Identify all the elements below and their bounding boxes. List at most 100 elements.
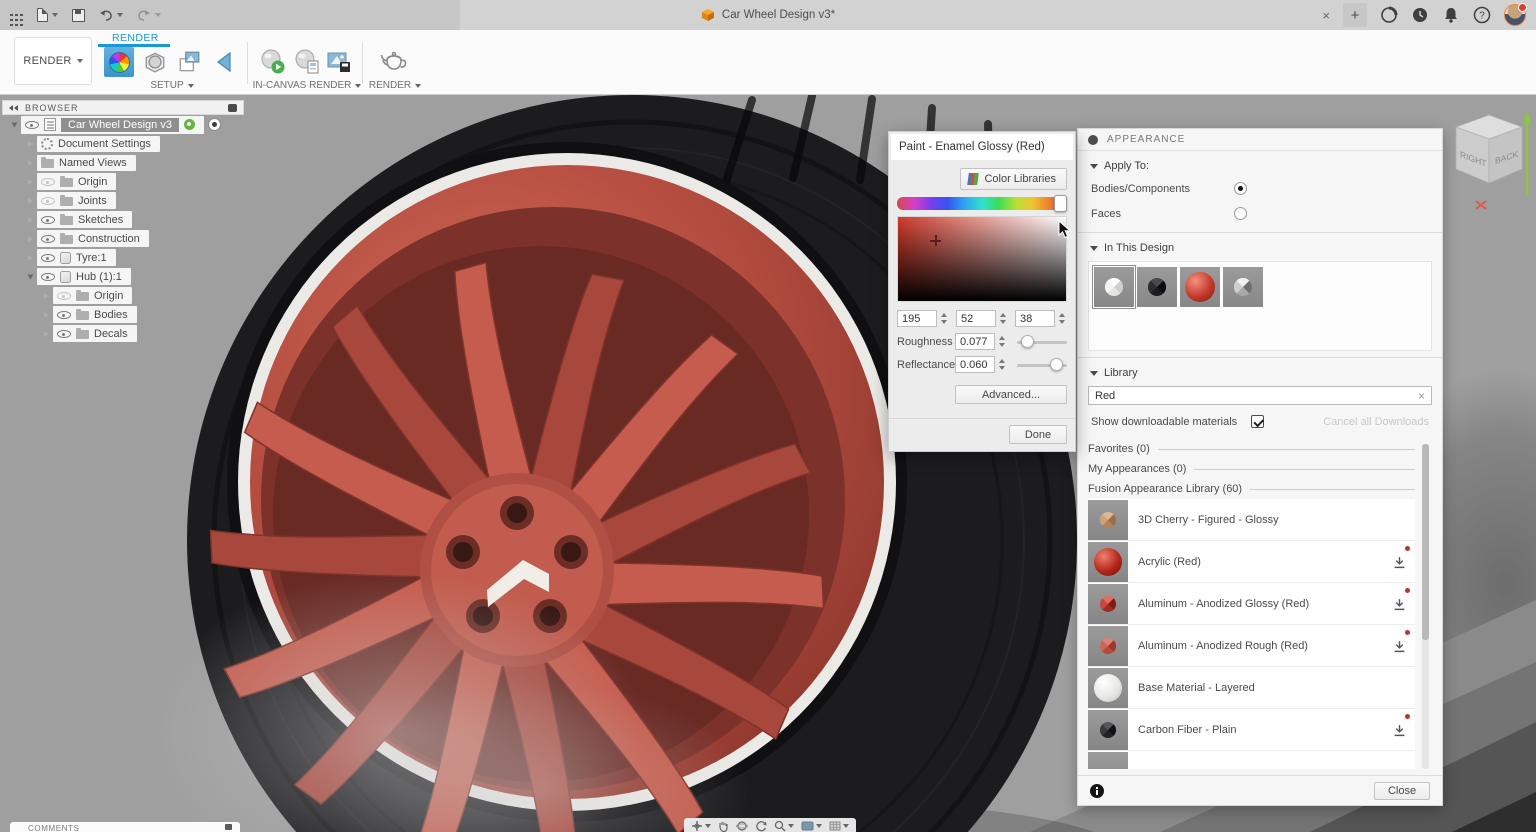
- visibility-eye-icon[interactable]: [41, 194, 55, 207]
- library-section-favorites[interactable]: Favorites (0): [1088, 439, 1415, 459]
- view-cube[interactable]: RIGHT BACK: [1446, 103, 1536, 215]
- material-row[interactable]: Aluminum - Anodized Rough (Red): [1088, 625, 1415, 667]
- close-button[interactable]: Close: [1374, 782, 1430, 800]
- apply-to-section[interactable]: Apply To:: [1078, 151, 1442, 176]
- material-row[interactable]: Base Material - Layered: [1088, 667, 1415, 709]
- expand-arrow-icon[interactable]: [44, 312, 49, 318]
- orbit-tool-button[interactable]: [691, 820, 711, 832]
- clear-search-icon[interactable]: ×: [1418, 389, 1425, 403]
- visibility-eye-icon[interactable]: [57, 327, 71, 340]
- scrollbar[interactable]: [1422, 444, 1429, 769]
- expand-arrow-icon[interactable]: [44, 293, 49, 299]
- section-collapse-icon[interactable]: [1090, 164, 1098, 169]
- stepper-control[interactable]: [997, 334, 1007, 350]
- stepper-control[interactable]: [997, 357, 1007, 373]
- material-row[interactable]: Carbon Fiber - Plain: [1088, 709, 1415, 751]
- download-icon[interactable]: [1393, 640, 1406, 653]
- expand-arrow-icon[interactable]: [28, 160, 33, 166]
- download-icon[interactable]: [1393, 556, 1406, 569]
- visibility-eye-icon[interactable]: [41, 270, 55, 283]
- render-button[interactable]: [376, 47, 412, 77]
- grid-settings-button[interactable]: [829, 820, 849, 832]
- roughness-input[interactable]: [955, 333, 995, 350]
- undo-button[interactable]: [99, 9, 123, 21]
- decal-button[interactable]: [174, 47, 204, 77]
- swatch-black-rubber[interactable]: [1137, 267, 1177, 307]
- group-label-render[interactable]: RENDER: [356, 79, 434, 92]
- document-tab[interactable]: Car Wheel Design v3*: [701, 0, 835, 30]
- expand-arrow-icon[interactable]: [28, 255, 33, 261]
- stepper-control[interactable]: [939, 311, 949, 327]
- color-libraries-button[interactable]: Color Libraries: [960, 168, 1067, 190]
- activate-component-radio[interactable]: [208, 118, 221, 131]
- slider-knob[interactable]: [1021, 335, 1034, 348]
- green-value-input[interactable]: [956, 310, 996, 327]
- radio-bodies-components[interactable]: [1234, 182, 1247, 195]
- tree-item[interactable]: Sketches: [2, 210, 244, 229]
- stepper-control[interactable]: [1057, 311, 1067, 327]
- new-tab-button[interactable]: +: [1343, 3, 1367, 27]
- save-button[interactable]: [72, 9, 85, 22]
- material-row-partial[interactable]: [1088, 751, 1415, 769]
- library-section-fusion-library[interactable]: Fusion Appearance Library (60): [1088, 479, 1415, 499]
- download-icon[interactable]: [1393, 724, 1406, 737]
- wheel-rim[interactable]: [145, 142, 907, 832]
- visibility-eye-icon[interactable]: [25, 118, 39, 131]
- browser-options-icon[interactable]: [228, 104, 237, 112]
- free-orbit-button[interactable]: [736, 820, 748, 832]
- section-collapse-icon[interactable]: [1090, 371, 1098, 376]
- capture-image-button[interactable]: [324, 47, 354, 77]
- swatch-white-paint[interactable]: [1094, 267, 1134, 307]
- tree-item[interactable]: Bodies: [2, 305, 244, 324]
- expand-arrow-icon[interactable]: [12, 122, 18, 127]
- close-tab-button[interactable]: ×: [1322, 8, 1330, 23]
- material-row[interactable]: 3D Cherry - Figured - Glossy: [1088, 499, 1415, 541]
- group-label-in-canvas-render[interactable]: IN-CANVAS RENDER: [242, 79, 372, 92]
- show-downloadable-checkbox[interactable]: [1251, 415, 1264, 428]
- download-icon[interactable]: [1393, 598, 1406, 611]
- collapse-panel-icon[interactable]: [9, 105, 19, 111]
- saturation-value-area[interactable]: [897, 216, 1067, 302]
- reflectance-input[interactable]: [955, 356, 995, 373]
- section-collapse-icon[interactable]: [1090, 246, 1098, 251]
- red-value-input[interactable]: [897, 310, 937, 327]
- texture-map-controls-button[interactable]: [210, 47, 240, 77]
- extensions-icon[interactable]: [1380, 6, 1398, 24]
- reflectance-slider[interactable]: [1017, 357, 1067, 373]
- comments-expand-icon[interactable]: [225, 824, 232, 830]
- hue-slider[interactable]: [897, 197, 1067, 210]
- visibility-eye-icon[interactable]: [41, 251, 55, 264]
- radio-faces[interactable]: [1234, 207, 1247, 220]
- done-button[interactable]: Done: [1009, 425, 1067, 444]
- tree-item[interactable]: Origin: [2, 172, 244, 191]
- zoom-tool-button[interactable]: [774, 820, 794, 832]
- visibility-eye-icon[interactable]: [41, 232, 55, 245]
- app-grid-icon[interactable]: [10, 14, 13, 17]
- panel-grip-icon[interactable]: [1088, 135, 1098, 145]
- browser-header[interactable]: BROWSER: [2, 100, 244, 115]
- library-section[interactable]: Library: [1078, 358, 1442, 383]
- expand-arrow-icon[interactable]: [28, 198, 33, 204]
- expand-arrow-icon[interactable]: [28, 236, 33, 242]
- tab-render[interactable]: RENDER: [112, 32, 159, 44]
- tree-item-root[interactable]: Car Wheel Design v3: [2, 115, 244, 134]
- in-canvas-render-settings-button[interactable]: [292, 47, 322, 77]
- tree-item[interactable]: Hub (1):1: [2, 267, 244, 286]
- look-at-button[interactable]: [755, 820, 767, 832]
- notifications-bell-icon[interactable]: [1442, 6, 1460, 24]
- tree-item[interactable]: Decals: [2, 324, 244, 343]
- pan-tool-button[interactable]: [718, 820, 729, 832]
- help-icon[interactable]: ?: [1473, 6, 1491, 24]
- apply-option-faces[interactable]: Faces: [1078, 201, 1442, 226]
- tree-item[interactable]: Construction: [2, 229, 244, 248]
- library-search-box[interactable]: ×: [1088, 386, 1432, 405]
- search-input[interactable]: [1095, 390, 1418, 402]
- visibility-eye-icon[interactable]: [41, 213, 55, 226]
- info-icon[interactable]: [1090, 784, 1104, 798]
- user-avatar[interactable]: [1504, 4, 1526, 26]
- visibility-eye-icon[interactable]: [57, 308, 71, 321]
- comments-bar[interactable]: COMMENTS: [10, 822, 240, 832]
- appearance-panel-header[interactable]: APPEARANCE: [1078, 129, 1442, 151]
- apply-option-bodies[interactable]: Bodies/Components: [1078, 176, 1442, 201]
- cancel-downloads-link[interactable]: Cancel all Downloads: [1323, 416, 1429, 428]
